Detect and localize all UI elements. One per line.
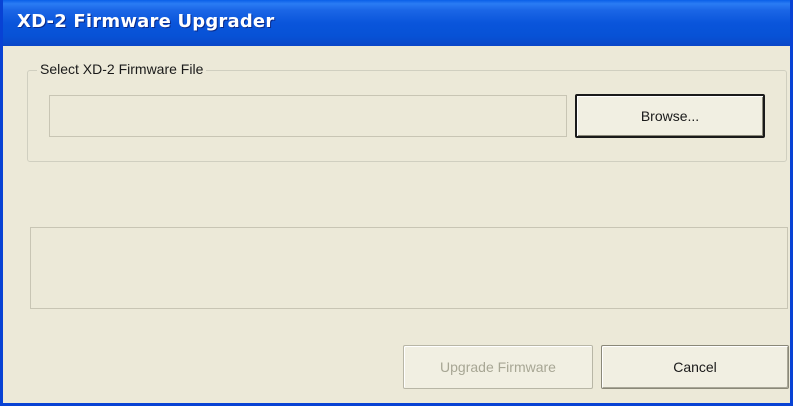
firmware-file-path-field <box>49 95 567 137</box>
title-bar[interactable]: XD-2 Firmware Upgrader <box>3 0 790 46</box>
upgrade-firmware-button[interactable]: Upgrade Firmware <box>403 345 593 389</box>
firmware-upgrader-window: XD-2 Firmware Upgrader Select XD-2 Firmw… <box>0 0 793 406</box>
status-panel <box>30 227 788 309</box>
cancel-button[interactable]: Cancel <box>601 345 789 389</box>
window-title: XD-2 Firmware Upgrader <box>17 11 275 32</box>
firmware-file-group-label: Select XD-2 Firmware File <box>37 61 207 77</box>
browse-button[interactable]: Browse... <box>575 94 765 138</box>
